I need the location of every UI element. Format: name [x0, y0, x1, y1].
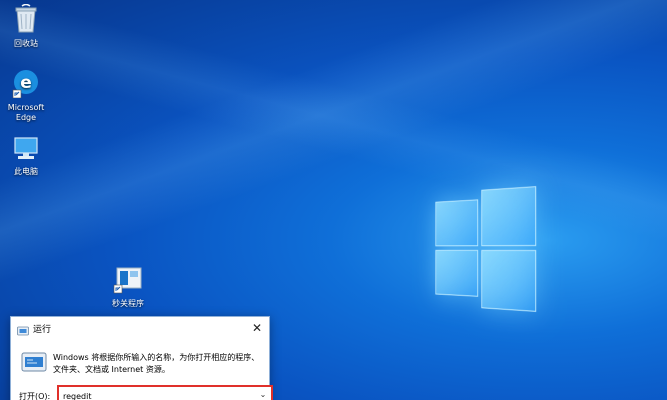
- desktop-icon-this-pc[interactable]: 此电脑: [0, 136, 54, 177]
- dialog-description: Windows 将根据你所输入的名称，为你打开相应的程序、文件夹、文档或 Int…: [53, 353, 260, 374]
- title-bar[interactable]: 运行 ✕: [11, 317, 269, 339]
- run-dialog: 运行 ✕ Windows 将根据你所输入的名称，为你打开相应的程序、文件夹、文档…: [10, 316, 273, 400]
- desktop-icon-edge[interactable]: e Microsoft Edge: [0, 68, 54, 123]
- edge-icon: e: [0, 68, 54, 101]
- run-app-icon: [21, 351, 47, 377]
- close-button[interactable]: ✕: [245, 317, 269, 339]
- desktop-icon-recycle-bin[interactable]: 回收站: [0, 3, 54, 49]
- run-command-combobox[interactable]: ⌄: [57, 385, 273, 400]
- desktop: 回收站 e Microsoft Edge 此电脑 秒关程序 运行 ✕ Windo…: [0, 0, 667, 400]
- shortcut-app-icon: [100, 266, 156, 297]
- run-command-input[interactable]: [63, 389, 243, 400]
- desktop-icon-label: 秒关程序: [112, 299, 144, 308]
- desktop-icon-label: Microsoft Edge: [7, 103, 45, 122]
- open-label: 打开(O):: [19, 392, 51, 400]
- chevron-down-icon[interactable]: ⌄: [257, 388, 269, 400]
- windows-logo-pane: [481, 249, 537, 312]
- recycle-bin-icon: [0, 3, 54, 37]
- dialog-title: 运行: [33, 325, 52, 335]
- windows-logo: [435, 186, 538, 312]
- svg-text:e: e: [20, 73, 32, 93]
- windows-logo-pane: [481, 186, 537, 247]
- desktop-icon-shortcut-app[interactable]: 秒关程序: [100, 266, 156, 309]
- desktop-icon-label: 回收站: [14, 39, 38, 48]
- run-app-icon: [17, 322, 29, 341]
- windows-logo-pane: [435, 199, 479, 247]
- computer-icon: [0, 136, 54, 165]
- desktop-icon-label: 此电脑: [14, 167, 38, 176]
- windows-logo-pane: [435, 249, 479, 297]
